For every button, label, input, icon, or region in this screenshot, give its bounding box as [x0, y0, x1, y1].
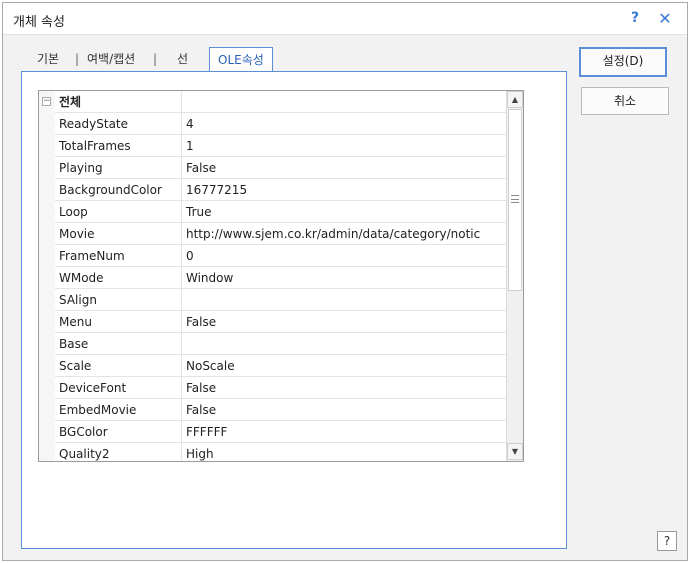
- property-grid[interactable]: − 전체 ReadyState 4 TotalFrames 1 Playing False…: [38, 90, 524, 462]
- property-row[interactable]: Scale NoScale: [39, 355, 506, 377]
- dialog-title: 개체 속성: [13, 15, 65, 30]
- row-gutter: [39, 135, 55, 157]
- property-value[interactable]: 1: [183, 135, 505, 157]
- property-value[interactable]: Window: [183, 267, 505, 289]
- property-value[interactable]: [183, 333, 505, 355]
- tab-line[interactable]: 선: [177, 47, 188, 71]
- object-properties-dialog: 개체 속성 ? ✕ 기본 | 여백/캡션 | 선 OLE속성 − 전체 Read…: [2, 2, 688, 561]
- title-bar[interactable]: 개체 속성 ? ✕: [3, 3, 687, 35]
- vertical-scrollbar[interactable]: ▲ ▼: [506, 91, 523, 461]
- property-row[interactable]: Playing False: [39, 157, 506, 179]
- property-row[interactable]: Loop True: [39, 201, 506, 223]
- row-gutter: −: [39, 91, 55, 113]
- row-gutter: [39, 267, 55, 289]
- row-gutter: [39, 377, 55, 399]
- property-row[interactable]: FrameNum 0: [39, 245, 506, 267]
- group-label: 전체: [56, 91, 182, 113]
- row-gutter: [39, 179, 55, 201]
- tab-separator: |: [75, 52, 80, 66]
- scroll-up-icon[interactable]: ▲: [507, 91, 523, 108]
- property-value[interactable]: FFFFFF: [183, 421, 505, 443]
- property-name: Playing: [56, 157, 182, 179]
- property-value[interactable]: False: [183, 311, 505, 333]
- property-row[interactable]: SAlign: [39, 289, 506, 311]
- property-row[interactable]: Menu False: [39, 311, 506, 333]
- property-name: Quality2: [56, 443, 182, 461]
- property-value[interactable]: False: [183, 377, 505, 399]
- property-row[interactable]: Movie http://www.sjem.co.kr/admin/data/ca…: [39, 223, 506, 245]
- row-gutter: [39, 113, 55, 135]
- group-row[interactable]: − 전체: [39, 91, 506, 113]
- row-gutter: [39, 157, 55, 179]
- row-gutter: [39, 223, 55, 245]
- tab-panel: − 전체 ReadyState 4 TotalFrames 1 Playing False…: [21, 71, 567, 549]
- property-value[interactable]: 0: [183, 245, 505, 267]
- property-name: Movie: [56, 223, 182, 245]
- property-name: BackgroundColor: [56, 179, 182, 201]
- property-value[interactable]: [183, 289, 505, 311]
- property-value[interactable]: http://www.sjem.co.kr/admin/data/categor…: [183, 223, 505, 245]
- close-icon[interactable]: ✕: [655, 9, 675, 29]
- property-grid-body: − 전체 ReadyState 4 TotalFrames 1 Playing False…: [39, 91, 506, 461]
- property-row[interactable]: WMode Window: [39, 267, 506, 289]
- property-name: EmbedMovie: [56, 399, 182, 421]
- property-value[interactable]: High: [183, 443, 505, 461]
- tab-ole-properties[interactable]: OLE속성: [209, 47, 273, 74]
- property-value[interactable]: 4: [183, 113, 505, 135]
- row-gutter: [39, 333, 55, 355]
- property-name: TotalFrames: [56, 135, 182, 157]
- property-name: DeviceFont: [56, 377, 182, 399]
- help-icon[interactable]: ?: [626, 10, 644, 28]
- tab-margin-caption[interactable]: 여백/캡션: [87, 47, 135, 71]
- property-name: Scale: [56, 355, 182, 377]
- row-gutter: [39, 355, 55, 377]
- property-row[interactable]: Base: [39, 333, 506, 355]
- property-name: WMode: [56, 267, 182, 289]
- grip-icon: [511, 195, 519, 203]
- property-row[interactable]: Quality2 High: [39, 443, 506, 461]
- property-name: FrameNum: [56, 245, 182, 267]
- property-row[interactable]: DeviceFont False: [39, 377, 506, 399]
- property-value[interactable]: True: [183, 201, 505, 223]
- help-button[interactable]: ?: [657, 531, 677, 551]
- property-value[interactable]: 16777215: [183, 179, 505, 201]
- scroll-thumb[interactable]: [508, 109, 522, 291]
- row-gutter: [39, 443, 55, 461]
- property-name: ReadyState: [56, 113, 182, 135]
- row-gutter: [39, 399, 55, 421]
- ok-button[interactable]: 설정(D): [579, 47, 667, 77]
- property-value[interactable]: False: [183, 157, 505, 179]
- property-name: Base: [56, 333, 182, 355]
- property-row[interactable]: BackgroundColor 16777215: [39, 179, 506, 201]
- property-name: Menu: [56, 311, 182, 333]
- tab-separator: |: [153, 52, 158, 66]
- property-row[interactable]: EmbedMovie False: [39, 399, 506, 421]
- property-row[interactable]: BGColor FFFFFF: [39, 421, 506, 443]
- property-name: BGColor: [56, 421, 182, 443]
- tab-basic[interactable]: 기본: [37, 47, 59, 71]
- collapse-icon[interactable]: −: [42, 97, 51, 106]
- row-gutter: [39, 245, 55, 267]
- property-value[interactable]: NoScale: [183, 355, 505, 377]
- property-value[interactable]: False: [183, 399, 505, 421]
- cancel-button[interactable]: 취소: [581, 87, 669, 115]
- property-row[interactable]: TotalFrames 1: [39, 135, 506, 157]
- row-gutter: [39, 201, 55, 223]
- row-gutter: [39, 421, 55, 443]
- property-name: Loop: [56, 201, 182, 223]
- row-gutter: [39, 311, 55, 333]
- scroll-down-icon[interactable]: ▼: [507, 443, 523, 460]
- row-gutter: [39, 289, 55, 311]
- property-name: SAlign: [56, 289, 182, 311]
- property-row[interactable]: ReadyState 4: [39, 113, 506, 135]
- group-value: [183, 91, 505, 113]
